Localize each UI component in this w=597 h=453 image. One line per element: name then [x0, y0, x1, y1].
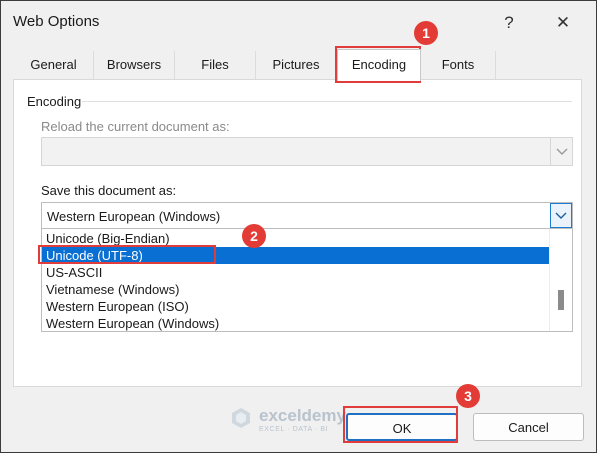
tab-general[interactable]: General — [14, 51, 94, 79]
watermark-tagline: EXCEL · DATA · BI — [259, 426, 329, 433]
list-scrollbar[interactable] — [549, 229, 572, 331]
tab-pictures[interactable]: Pictures — [256, 51, 337, 79]
help-button[interactable]: ? — [497, 11, 521, 35]
tab-fonts[interactable]: Fonts — [421, 51, 496, 79]
title-bar: Web Options ? ✕ — [1, 1, 596, 43]
reload-dropdown-button — [550, 138, 572, 165]
dialog-title: Web Options — [13, 13, 100, 30]
section-divider — [82, 101, 572, 102]
exceldemy-logo-icon — [232, 408, 250, 428]
reload-dropdown — [41, 137, 573, 166]
step-1-badge: 1 — [414, 21, 438, 45]
tab-files[interactable]: Files — [175, 51, 256, 79]
encoding-section-label: Encoding — [27, 94, 82, 109]
option-vietnamese-windows[interactable]: Vietnamese (Windows) — [42, 281, 550, 298]
close-button[interactable]: ✕ — [551, 11, 575, 35]
save-label: Save this document as: — [41, 183, 177, 198]
web-options-dialog: Web Options ? ✕ General Browsers Files P… — [0, 0, 597, 453]
chevron-down-icon — [555, 212, 567, 219]
reload-label: Reload the current document as: — [41, 119, 230, 134]
ok-button-highlight — [343, 406, 458, 443]
save-as-dropdown-button[interactable] — [550, 203, 572, 228]
watermark-name: exceldemy — [259, 406, 346, 425]
scrollbar-thumb[interactable] — [558, 290, 564, 310]
save-as-value: Western European (Windows) — [47, 209, 221, 224]
chevron-down-icon — [556, 148, 567, 155]
utf8-option-highlight — [38, 245, 216, 264]
step-2-badge: 2 — [242, 224, 266, 248]
option-western-european-windows[interactable]: Western European (Windows) — [42, 315, 550, 331]
tab-strip: General Browsers Files Pictures Encoding… — [1, 49, 596, 81]
encoding-options-list[interactable]: Unicode (Big-Endian) Unicode (UTF-8) US-… — [41, 228, 573, 332]
encoding-panel: Encoding Reload the current document as:… — [13, 79, 582, 387]
tab-encoding[interactable]: Encoding — [337, 49, 421, 81]
cancel-button[interactable]: Cancel — [473, 413, 584, 441]
step-3-badge: 3 — [456, 384, 480, 408]
option-us-ascii[interactable]: US-ASCII — [42, 264, 550, 281]
tab-browsers[interactable]: Browsers — [94, 51, 175, 79]
option-western-european-iso[interactable]: Western European (ISO) — [42, 298, 550, 315]
save-as-dropdown[interactable]: Western European (Windows) — [41, 202, 573, 229]
